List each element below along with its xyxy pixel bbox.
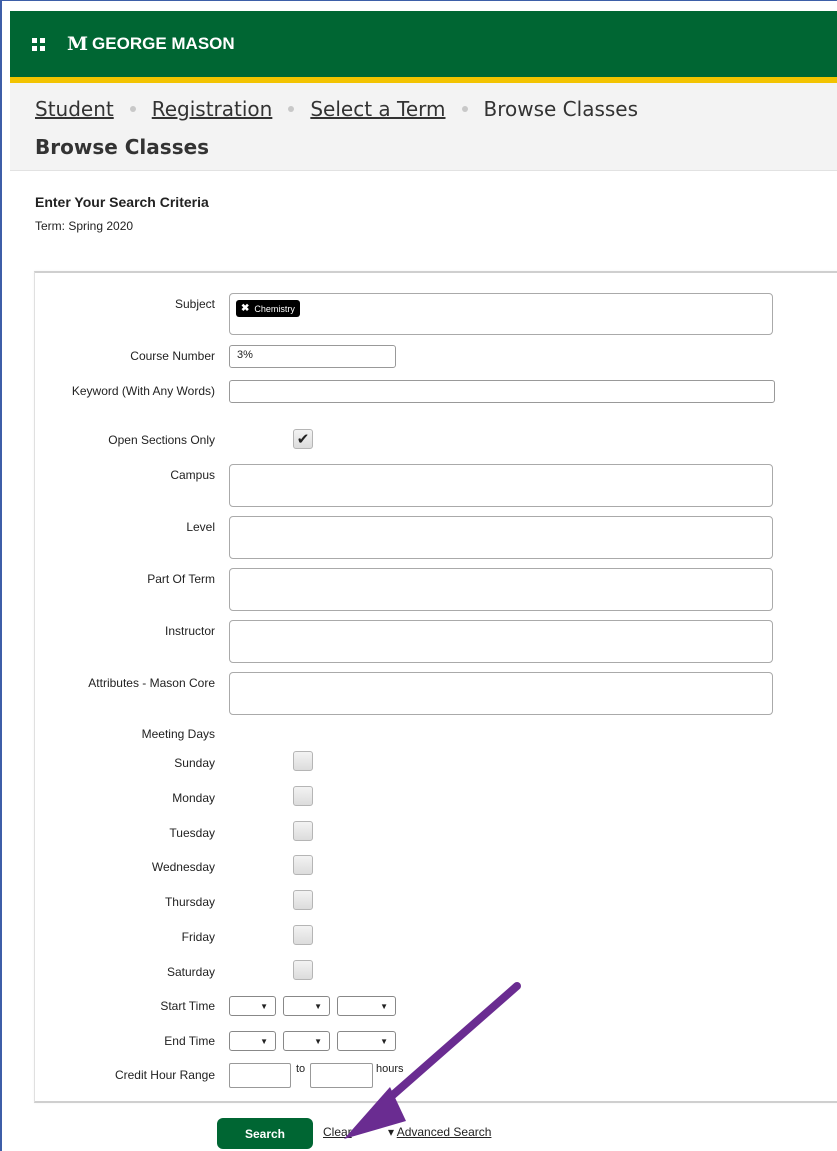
credit-hour-label: Credit Hour Range [114, 1068, 215, 1082]
breadcrumb-separator [461, 106, 468, 112]
advanced-search-link[interactable]: ▾ Advanced Search [388, 1125, 491, 1139]
checkmark-icon: ✔ [296, 431, 310, 448]
start-ampm-select[interactable]: ▼ [337, 996, 396, 1016]
part-of-term-label: Part Of Term [147, 572, 215, 586]
start-minute-select[interactable]: ▼ [283, 996, 330, 1016]
open-sections-checkbox[interactable]: ✔ [293, 429, 313, 449]
day-label-sunday: Sunday [174, 756, 215, 770]
meeting-days-label: Meeting Days [141, 727, 215, 741]
day-checkbox-tuesday[interactable] [293, 821, 313, 841]
open-sections-label: Open Sections Only [108, 433, 215, 447]
end-minute-select[interactable]: ▼ [283, 1031, 330, 1051]
end-hour-select[interactable]: ▼ [229, 1031, 276, 1051]
day-checkbox-sunday[interactable] [293, 751, 313, 771]
day-checkbox-wednesday[interactable] [293, 855, 313, 875]
caret-down-icon: ▾ [388, 1125, 395, 1139]
day-label-tuesday: Tuesday [169, 826, 215, 840]
dropdown-arrow-icon: ▼ [260, 1036, 268, 1046]
criteria-heading: Enter Your Search Criteria [35, 194, 209, 210]
attributes-select[interactable] [229, 672, 773, 715]
subject-label: Subject [174, 297, 215, 311]
day-label-friday: Friday [181, 930, 215, 944]
day-checkbox-thursday[interactable] [293, 890, 313, 910]
credit-hour-min-input[interactable] [229, 1063, 291, 1088]
breadcrumb-select-term[interactable]: Select a Term [310, 97, 445, 121]
instructor-label: Instructor [164, 624, 215, 638]
level-select[interactable] [229, 516, 773, 559]
breadcrumb-current: Browse Classes [483, 97, 639, 121]
attributes-label: Attributes - Mason Core [88, 676, 215, 690]
dropdown-arrow-icon: ▼ [314, 1001, 322, 1011]
day-label-thursday: Thursday [164, 895, 215, 909]
day-label-saturday: Saturday [166, 965, 215, 979]
start-time-label: Start Time [160, 999, 215, 1013]
to-label: to [296, 1063, 306, 1075]
day-label-monday: Monday [172, 791, 215, 805]
day-checkbox-saturday[interactable] [293, 960, 313, 980]
campus-select[interactable] [229, 464, 773, 507]
credit-hour-max-input[interactable] [310, 1063, 373, 1088]
day-checkbox-monday[interactable] [293, 786, 313, 806]
breadcrumb-separator [129, 106, 136, 112]
breadcrumb-student[interactable]: Student [35, 97, 114, 121]
browser-frame: M GEORGE MASON Student Registration Sele… [0, 0, 837, 1151]
course-number-input[interactable]: 3% [229, 345, 396, 368]
dropdown-arrow-icon: ▼ [260, 1001, 268, 1011]
keyword-label: Keyword (With Any Words) [71, 384, 215, 398]
breadcrumb-separator [288, 106, 295, 112]
end-time-label: End Time [164, 1034, 215, 1048]
breadcrumb-registration[interactable]: Registration [152, 97, 273, 121]
day-checkbox-friday[interactable] [293, 925, 313, 945]
level-label: Level [186, 520, 215, 534]
apps-grid-icon[interactable] [32, 37, 45, 51]
campus-label: Campus [170, 468, 215, 482]
hours-label: hours [376, 1063, 404, 1075]
part-of-term-select[interactable] [229, 568, 773, 611]
breadcrumb-bar: Student Registration Select a Term Brows… [10, 83, 837, 171]
instructor-select[interactable] [229, 620, 773, 663]
dropdown-arrow-icon: ▼ [380, 1036, 388, 1046]
page-title: Browse Classes [35, 135, 210, 159]
search-button[interactable]: Search [217, 1118, 313, 1149]
keyword-input[interactable] [229, 380, 775, 403]
subject-select[interactable]: ✖ Chemistry [229, 293, 773, 335]
clear-link[interactable]: Clear [323, 1125, 352, 1139]
dropdown-arrow-icon: ▼ [380, 1001, 388, 1011]
logo-text: GEORGE MASON [92, 34, 235, 53]
advanced-search-label: Advanced Search [396, 1125, 492, 1139]
term-label: Term: Spring 2020 [35, 219, 134, 233]
subject-chip[interactable]: ✖ Chemistry [236, 300, 300, 317]
day-label-wednesday: Wednesday [151, 860, 215, 874]
end-ampm-select[interactable]: ▼ [337, 1031, 396, 1051]
subject-chip-label: Chemistry [254, 303, 295, 314]
dropdown-arrow-icon: ▼ [314, 1036, 322, 1046]
remove-chip-icon[interactable]: ✖ [241, 303, 249, 314]
top-header-bar: M GEORGE MASON [10, 11, 837, 77]
start-hour-select[interactable]: ▼ [229, 996, 276, 1016]
course-number-label: Course Number [130, 349, 215, 363]
logo-mark: M [67, 33, 89, 55]
university-logo[interactable]: M GEORGE MASON [67, 33, 235, 55]
breadcrumb: Student Registration Select a Term Brows… [35, 97, 638, 121]
